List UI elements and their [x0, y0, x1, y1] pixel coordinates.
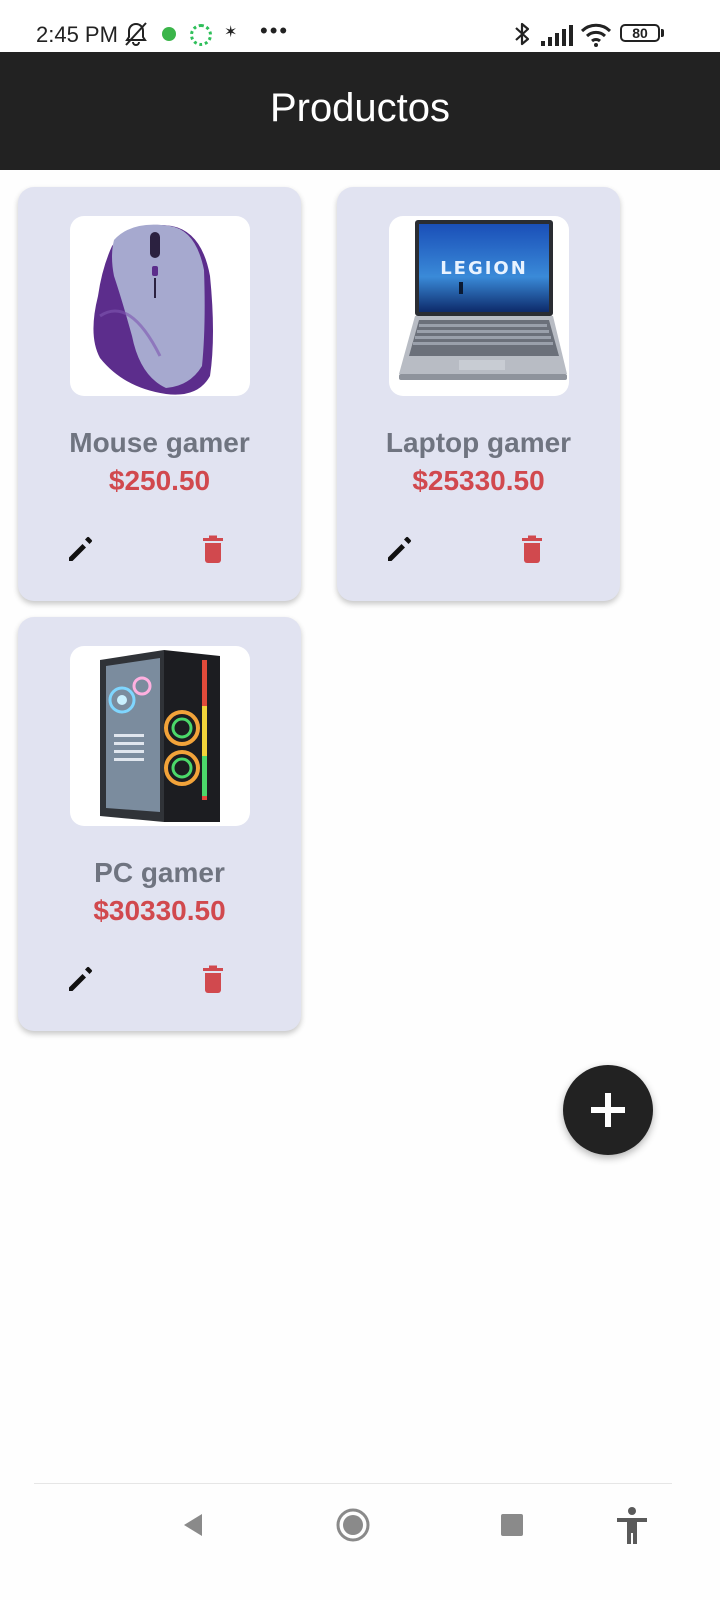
sync-ring-icon [190, 24, 212, 46]
nav-divider [34, 1483, 672, 1484]
pencil-icon [69, 966, 93, 991]
product-card[interactable]: PC gamer $30330.50 [18, 617, 301, 1031]
battery-icon: 80 [620, 24, 660, 42]
pencil-icon [388, 536, 412, 561]
edit-button[interactable] [381, 531, 417, 567]
trash-icon [203, 535, 223, 563]
product-card[interactable]: LEGION Laptop gamer $25330.50 [337, 187, 620, 601]
edit-button[interactable] [62, 531, 98, 567]
status-time: 2:45 PM [36, 22, 118, 47]
page-title: Productos [269, 86, 451, 130]
product-price: $25330.50 [412, 465, 545, 496]
product-price: $250.50 [108, 465, 211, 496]
trash-icon [522, 535, 542, 563]
product-name: Mouse gamer [69, 427, 250, 458]
recents-icon [501, 1514, 523, 1536]
pencil-icon [69, 536, 93, 561]
wifi-icon [580, 22, 612, 48]
back-button[interactable] [178, 1510, 208, 1540]
edit-button[interactable] [62, 961, 98, 997]
delete-button[interactable] [195, 961, 231, 997]
trash-icon [203, 965, 223, 993]
home-icon [336, 1508, 370, 1542]
recents-button[interactable] [500, 1513, 524, 1537]
delete-button[interactable] [514, 531, 550, 567]
home-button[interactable] [335, 1507, 371, 1543]
more-notifications-icon: ••• [260, 18, 290, 43]
battery-tip [661, 29, 664, 37]
product-image-laptop: LEGION [389, 216, 569, 396]
product-price: $30330.50 [93, 895, 226, 926]
plus-icon [591, 1093, 625, 1127]
bluetooth-icon [511, 20, 533, 48]
green-app-icon [162, 27, 176, 41]
add-product-button[interactable] [563, 1065, 653, 1155]
product-card[interactable]: Mouse gamer $250.50 [18, 187, 301, 601]
product-image-pc [70, 646, 250, 826]
product-name: PC gamer [94, 857, 225, 888]
status-bar: 2:45 PM ✶ ••• 80 [0, 0, 720, 52]
app-bar: Productos [0, 52, 720, 170]
back-icon [184, 1514, 202, 1536]
delete-button[interactable] [195, 531, 231, 567]
accessibility-button[interactable] [614, 1506, 650, 1546]
signal-icon [540, 23, 574, 47]
bell-off-icon [123, 21, 149, 47]
accessibility-icon [617, 1507, 647, 1544]
product-name: Laptop gamer [385, 427, 572, 458]
product-image-mouse [70, 216, 250, 396]
laptop-screen-text: LEGION [440, 258, 528, 279]
small-notification-icon: ✶ [224, 24, 238, 41]
